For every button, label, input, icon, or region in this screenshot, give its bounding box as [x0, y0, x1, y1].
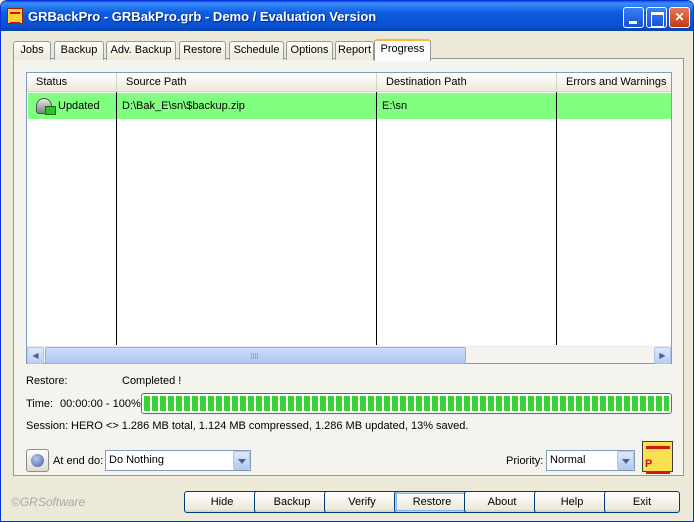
- row-destination-path: E:\sn: [382, 100, 408, 112]
- column-header-errors-warnings[interactable]: Errors and Warnings: [557, 73, 671, 92]
- app-logo-icon[interactable]: [7, 8, 23, 24]
- at-end-label: At end do:: [53, 455, 104, 467]
- hide-button[interactable]: Hide: [184, 491, 260, 513]
- time-value: 00:00:00 - 100%: [60, 398, 141, 410]
- priority-label: Priority:: [506, 455, 544, 467]
- scroll-left-icon[interactable]: ◀: [27, 347, 44, 364]
- column-separator: [376, 92, 377, 345]
- progress-list[interactable]: Status Source Path Destination Path Erro…: [26, 72, 672, 364]
- restore-status: Completed !: [122, 375, 182, 387]
- tab-backup[interactable]: Backup: [54, 41, 104, 60]
- exit-button[interactable]: Exit: [604, 491, 680, 513]
- updated-database-icon: [35, 97, 56, 115]
- maximize-button[interactable]: [646, 7, 667, 28]
- row-status: Updated: [58, 100, 100, 112]
- tab-progress[interactable]: Progress: [374, 39, 431, 61]
- app-window: GRBackPro - GRBakPro.grb - Demo / Evalua…: [0, 0, 694, 522]
- priority-icon[interactable]: [642, 441, 673, 474]
- priority-select[interactable]: Normal: [546, 450, 635, 471]
- progress-bar-fill: [144, 396, 669, 411]
- verify-button[interactable]: Verify: [324, 491, 400, 513]
- chevron-down-icon[interactable]: [233, 451, 250, 470]
- horizontal-scrollbar[interactable]: ◀ ▶: [27, 346, 671, 364]
- minimize-button[interactable]: [623, 7, 644, 28]
- row-source-path: D:\Bak_E\sn\$backup.zip: [122, 100, 245, 112]
- scroll-right-icon[interactable]: ▶: [654, 347, 671, 364]
- scrollbar-thumb[interactable]: [45, 347, 466, 364]
- column-header-status[interactable]: Status: [27, 73, 117, 92]
- column-separator: [116, 92, 117, 345]
- end-action-icon[interactable]: [26, 449, 49, 472]
- about-button[interactable]: About: [464, 491, 540, 513]
- tab-adv-backup[interactable]: Adv. Backup: [106, 41, 176, 60]
- restore-button[interactable]: Restore: [394, 491, 470, 513]
- column-header-destination-path[interactable]: Destination Path: [377, 73, 557, 92]
- backup-button[interactable]: Backup: [254, 491, 330, 513]
- priority-selected: Normal: [550, 454, 586, 466]
- column-separator: [556, 92, 557, 345]
- tab-options[interactable]: Options: [286, 41, 333, 60]
- session-summary: HERO <> 1.286 MB total, 1.124 MB compres…: [71, 420, 469, 432]
- table-row[interactable]: Updated D:\Bak_E\sn\$backup.zip E:\sn: [28, 93, 671, 119]
- row-errors: [562, 93, 670, 119]
- grip-icon: [251, 353, 259, 359]
- list-header: Status Source Path Destination Path Erro…: [27, 73, 671, 92]
- time-label: Time:: [26, 398, 54, 410]
- title-bar[interactable]: GRBackPro - GRBakPro.grb - Demo / Evalua…: [1, 1, 693, 31]
- at-end-selected: Do Nothing: [109, 454, 165, 466]
- tab-jobs[interactable]: Jobs: [13, 41, 51, 60]
- close-button[interactable]: ✕: [669, 7, 690, 28]
- column-header-source-path[interactable]: Source Path: [117, 73, 377, 92]
- progress-bar: [141, 393, 672, 414]
- copyright-text: ©GRSoftware: [11, 495, 86, 509]
- tab-report[interactable]: Report: [335, 41, 374, 60]
- tab-schedule[interactable]: Schedule: [229, 41, 284, 60]
- help-button[interactable]: Help: [534, 491, 610, 513]
- tab-restore[interactable]: Restore: [179, 41, 226, 60]
- window-title: GRBackPro - GRBakPro.grb - Demo / Evalua…: [28, 9, 377, 24]
- restore-label: Restore:: [26, 375, 68, 387]
- at-end-select[interactable]: Do Nothing: [105, 450, 251, 471]
- session-label: Session:: [26, 420, 69, 432]
- chevron-down-icon[interactable]: [617, 451, 634, 470]
